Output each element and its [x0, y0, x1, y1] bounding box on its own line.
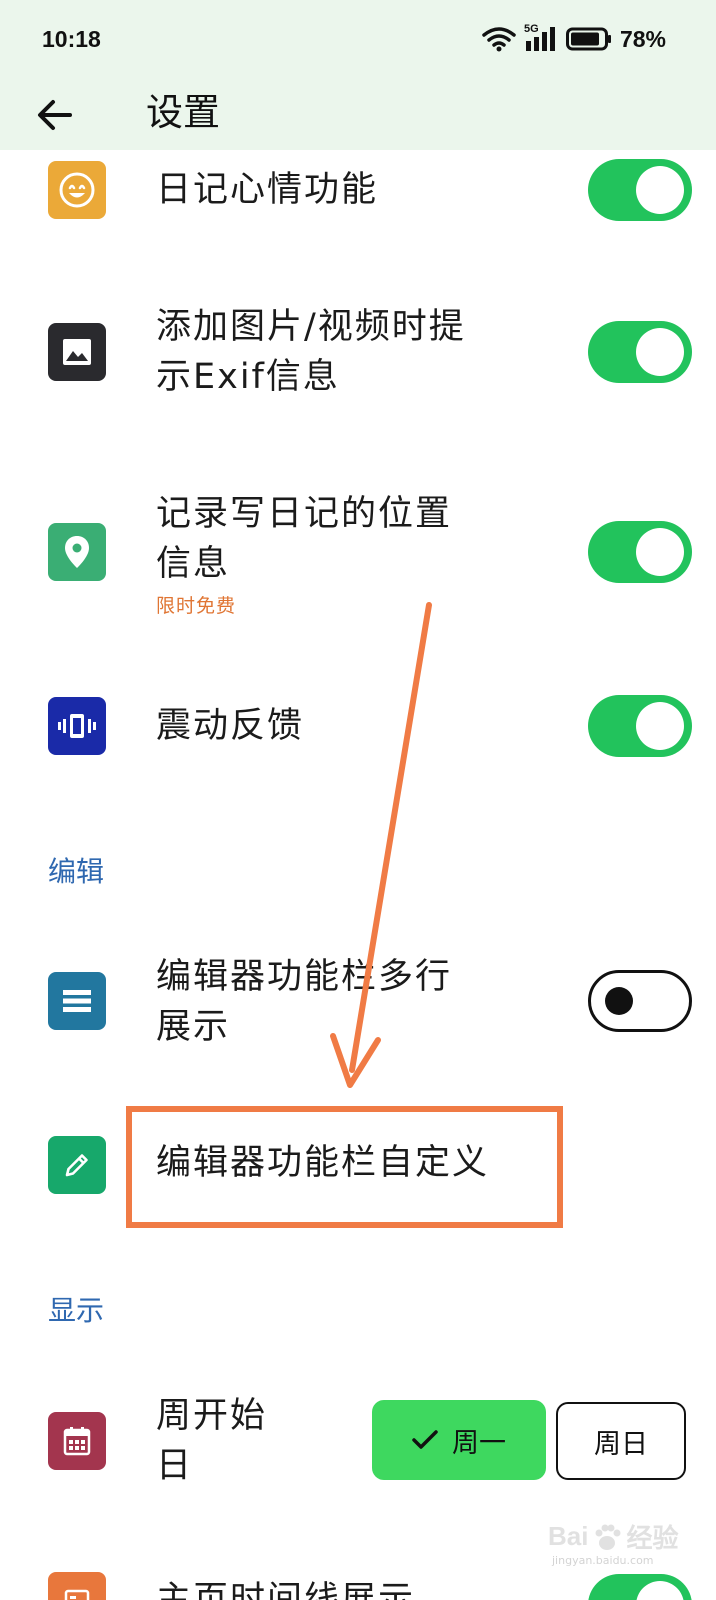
battery-percent: 78%	[619, 25, 666, 52]
pencil-icon	[48, 1136, 106, 1194]
menu-lines-icon	[48, 972, 106, 1030]
setting-label-multiline-line2: 展示	[156, 1007, 231, 1047]
location-pin-icon	[48, 523, 106, 581]
signal-5g-icon: 5G	[524, 23, 558, 53]
baidu-watermark: Bai 经验	[548, 1518, 678, 1555]
setting-label-vibration: 震动反馈	[156, 706, 305, 746]
setting-label-location-line2: 信息	[156, 544, 231, 584]
battery-icon	[565, 27, 611, 51]
calendar-icon	[48, 1412, 106, 1470]
status-time: 10:18	[42, 26, 101, 52]
setting-label-timeline: 主页时间线展示	[156, 1580, 416, 1600]
page-title: 设置	[146, 91, 220, 134]
setting-label-week-start-line1: 周开始	[156, 1396, 268, 1436]
setting-label-mood: 日记心情功能	[156, 170, 379, 210]
annotation-arrow	[330, 602, 432, 1088]
status-bar: 10:18 5G 78%	[0, 0, 716, 80]
smile-icon	[48, 161, 106, 219]
app-bar: 设置	[0, 80, 716, 150]
paw-icon	[595, 1524, 621, 1550]
arrow-left-icon	[38, 100, 72, 130]
status-icons: 5G 78%	[482, 23, 666, 54]
vibration-icon	[48, 697, 106, 755]
toggle-timeline[interactable]	[588, 1574, 692, 1600]
toggle-exif[interactable]	[588, 321, 692, 383]
toggle-multiline[interactable]	[588, 970, 692, 1032]
toggle-vibration[interactable]	[588, 695, 692, 757]
setting-label-exif-line2: 示Exif信息	[156, 357, 340, 397]
image-icon	[48, 323, 106, 381]
watermark-brand: Bai	[548, 1521, 589, 1551]
toggle-location[interactable]	[588, 521, 692, 583]
timeline-icon	[48, 1572, 106, 1600]
watermark-suffix: 经验	[626, 1523, 679, 1553]
week-start-sunday-option[interactable]: 周日	[556, 1402, 686, 1480]
section-header-display: 显示	[48, 1294, 105, 1327]
wifi-icon	[482, 27, 516, 52]
setting-label-customize: 编辑器功能栏自定义	[156, 1143, 490, 1183]
setting-label-location-line1: 记录写日记的位置	[156, 494, 453, 534]
section-header-edit: 编辑	[48, 855, 105, 888]
setting-label-week-start-line2: 日	[156, 1446, 194, 1486]
watermark-url: jingyan.baidu.com	[552, 1554, 654, 1567]
week-start-monday-label: 周一	[452, 1427, 506, 1459]
back-button[interactable]	[26, 90, 82, 140]
week-start-sunday-label: 周日	[594, 1428, 648, 1460]
free-badge: 限时免费	[156, 595, 237, 617]
setting-label-multiline-line1: 编辑器功能栏多行	[156, 957, 453, 997]
toggle-mood[interactable]	[588, 159, 692, 221]
week-start-monday-option[interactable]: 周一	[372, 1400, 546, 1480]
setting-label-exif-line1: 添加图片/视频时提	[156, 307, 466, 347]
check-icon	[412, 1430, 438, 1449]
